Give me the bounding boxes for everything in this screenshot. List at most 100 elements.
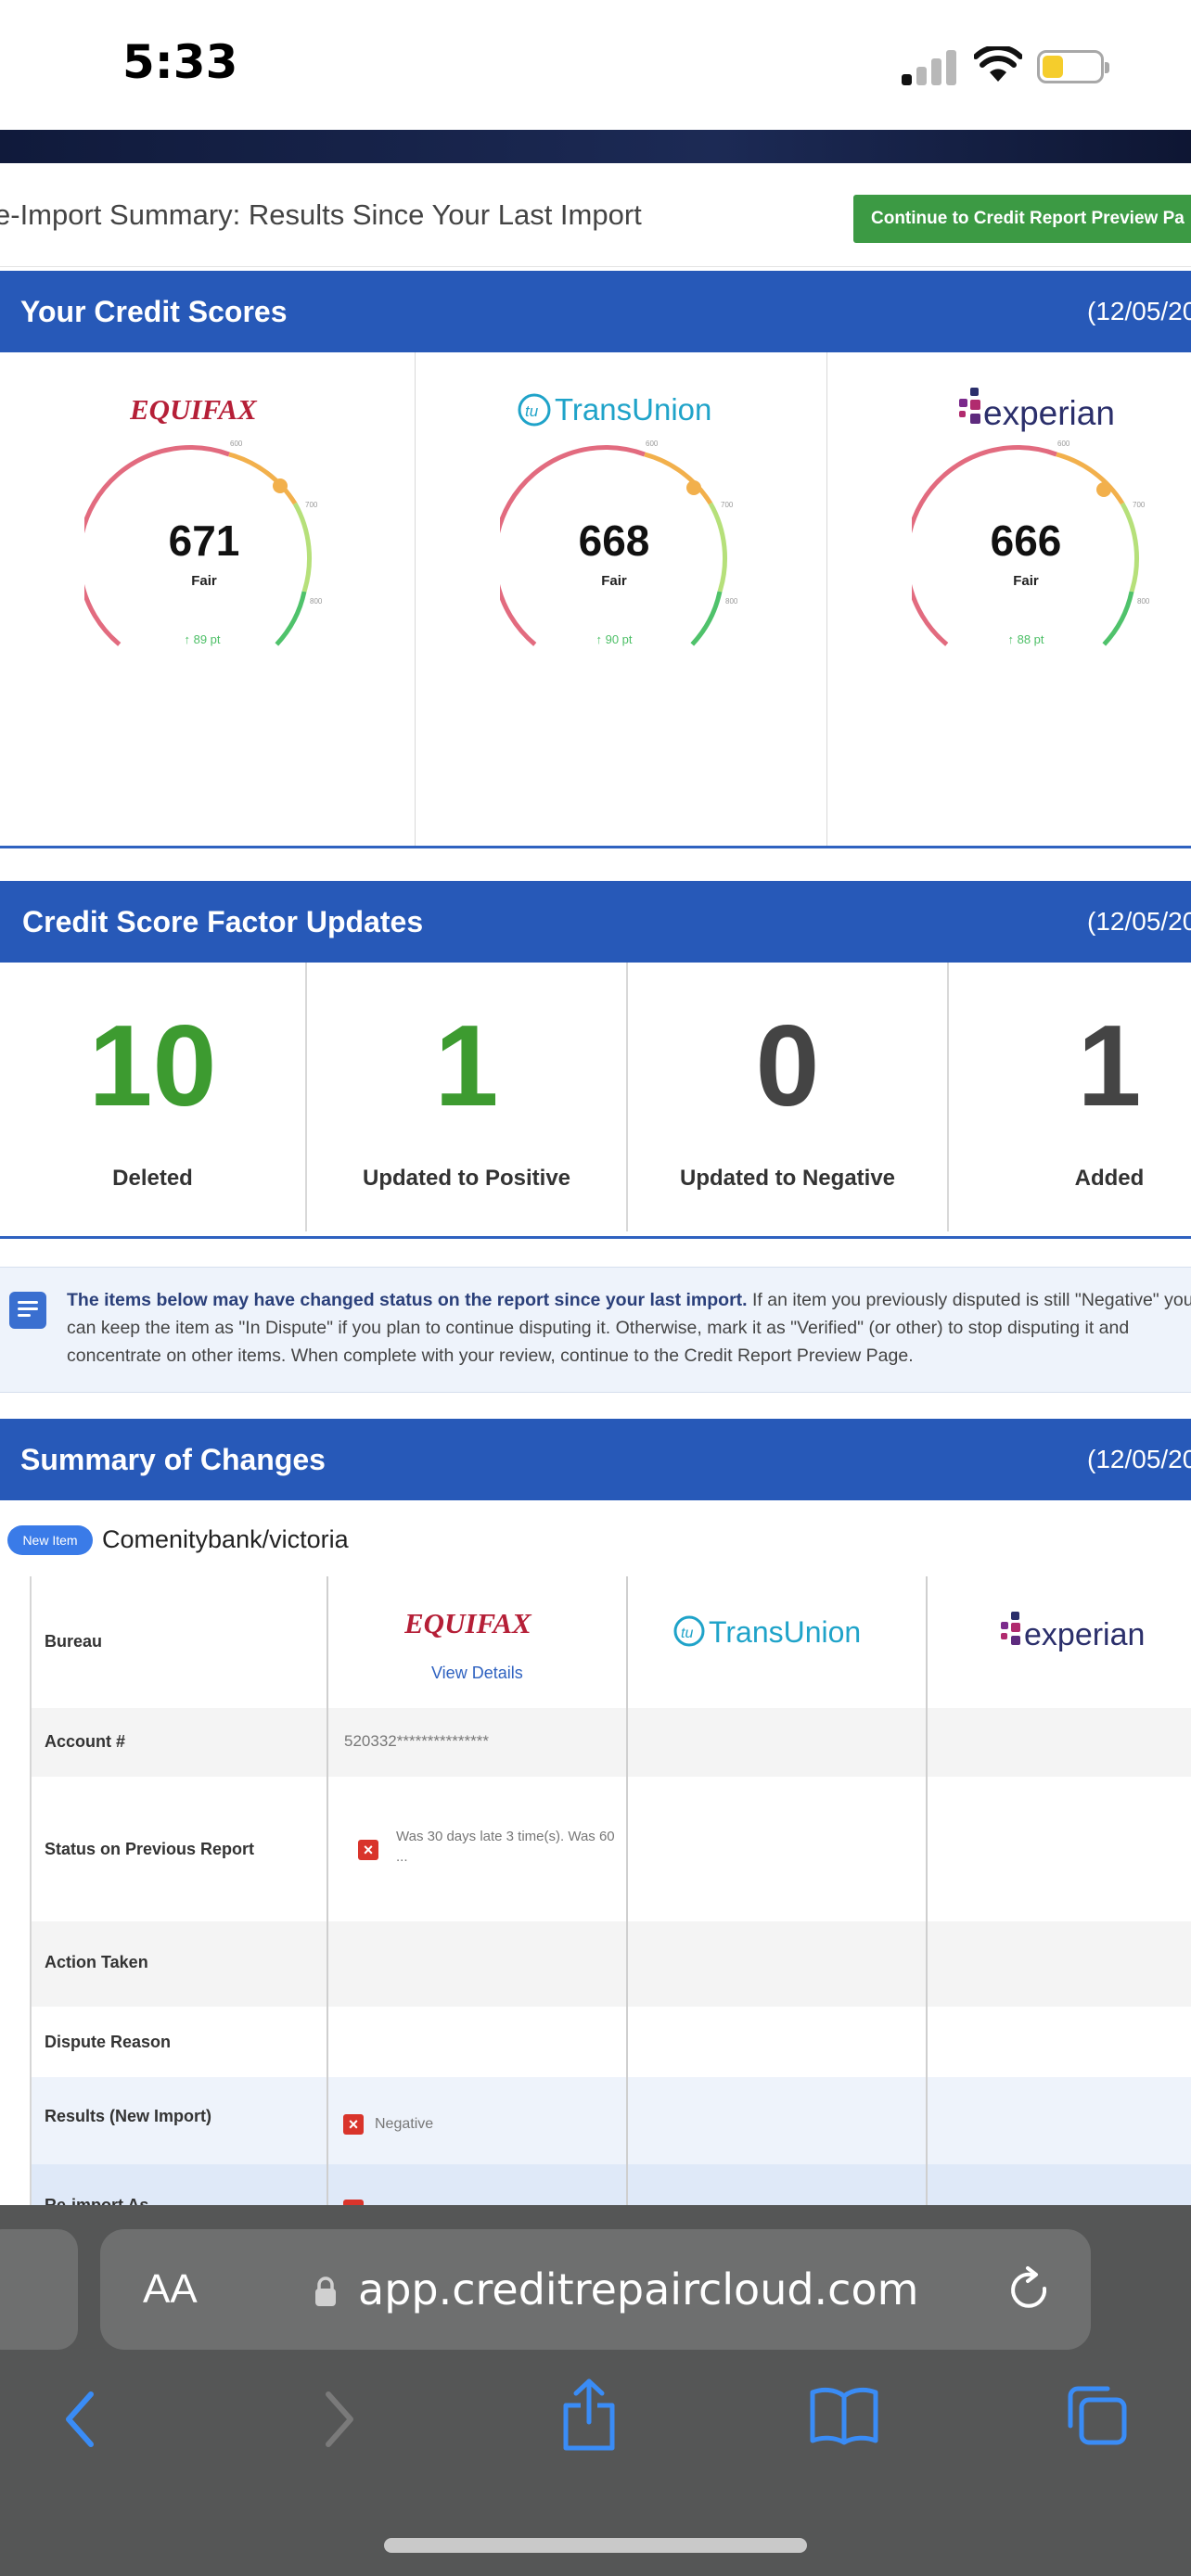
- score-value: 668: [578, 516, 650, 565]
- lock-icon: [315, 2276, 336, 2306]
- experian-logo: experian: [1001, 1612, 1145, 1652]
- factor-updates-header: Credit Score Factor Updates (12/05/20: [0, 881, 1191, 963]
- account-name: Comenitybank/victoria: [102, 1525, 349, 1553]
- table-row-bureau: Bureau EQUIFAX View Details tu TransUnio…: [30, 1576, 1191, 1708]
- summary-changes-header: Summary of Changes (12/05/20: [0, 1419, 1191, 1500]
- factor-added: 1 Added: [949, 963, 1191, 1231]
- experian-logo: experian: [959, 388, 1115, 432]
- view-details-link[interactable]: View Details: [431, 1664, 523, 1683]
- status-time: 5:33: [122, 35, 238, 89]
- row-label: Status on Previous Report: [45, 1840, 255, 1858]
- score-change: ↑ 88 pt: [1007, 632, 1044, 646]
- svg-text:experian: experian: [1024, 1617, 1145, 1652]
- summary-changes-date: (12/05/20: [1087, 1445, 1191, 1473]
- gauge-tick-800: 800: [310, 597, 323, 606]
- row-label: Action Taken: [45, 1953, 148, 1971]
- header-banner: [0, 130, 1191, 163]
- negative-x-icon: ×: [343, 2114, 364, 2135]
- credit-scores-panel: EQUIFAX 600 700 800 671 Fair ↑ 89 pt tu …: [0, 352, 1191, 848]
- page-header: e-Import Summary: Results Since Your Las…: [0, 163, 1191, 267]
- score-value: 666: [990, 516, 1062, 565]
- svg-text:experian: experian: [983, 394, 1115, 432]
- svg-text:EQUIFAX: EQUIFAX: [404, 1608, 532, 1639]
- factor-label: Updated to Positive: [362, 1166, 571, 1191]
- equifax-logo: EQUIFAX: [404, 1608, 532, 1639]
- score-rating: Fair: [1013, 573, 1039, 589]
- transunion-logo: tu TransUnion: [518, 392, 711, 427]
- bookmarks-icon[interactable]: [809, 2385, 879, 2446]
- negative-x-icon: ×: [358, 1840, 378, 1860]
- factor-count: 10: [88, 1002, 217, 1130]
- credit-scores-date: (12/05/20: [1087, 297, 1191, 325]
- notice-text: The items below may have changed status …: [67, 1290, 1191, 1366]
- credit-scores-title: Your Credit Scores: [20, 295, 288, 328]
- row-label: Bureau: [45, 1632, 103, 1651]
- gauge-tick-700: 700: [721, 501, 734, 509]
- result-value: Negative: [375, 2116, 434, 2132]
- factor-updates-panel: 10 Deleted 1 Updated to Positive 0 Updat…: [0, 963, 1191, 1239]
- svg-text:TransUnion: TransUnion: [709, 1615, 861, 1649]
- continue-to-preview-button[interactable]: Continue to Credit Report Preview Pa: [853, 195, 1191, 243]
- score-card-experian: experian 600 700 800 666 Fair ↑ 88 pt: [827, 352, 1191, 846]
- tabs-icon[interactable]: [1065, 2383, 1130, 2448]
- svg-text:EQUIFAX: EQUIFAX: [130, 394, 258, 426]
- equifax-logo: EQUIFAX: [130, 394, 258, 426]
- wifi-icon: [974, 46, 1022, 82]
- score-change: ↑ 89 pt: [184, 632, 221, 646]
- gauge-tick-700: 700: [305, 501, 318, 509]
- table-row-previous-status: Status on Previous Report × Was 30 days …: [30, 1777, 1191, 1921]
- battery-icon: [1037, 50, 1109, 83]
- row-label: Dispute Reason: [45, 2033, 172, 2051]
- page-title: e-Import Summary: Results Since Your Las…: [0, 198, 642, 231]
- share-icon[interactable]: [560, 2378, 618, 2452]
- factor-label: Updated to Negative: [679, 1166, 896, 1191]
- credit-scores-header: Your Credit Scores (12/05/20: [0, 271, 1191, 352]
- reload-icon[interactable]: [1007, 2264, 1054, 2315]
- factor-deleted: 10 Deleted: [0, 963, 307, 1231]
- score-change: ↑ 90 pt: [596, 632, 633, 646]
- home-indicator[interactable]: [384, 2538, 807, 2553]
- factor-label: Deleted: [112, 1166, 193, 1191]
- table-row-account: Account # 520332***************: [30, 1708, 1191, 1777]
- gauge-tick-800: 800: [1137, 597, 1150, 606]
- gauge-tick-800: 800: [725, 597, 738, 606]
- factor-count: 1: [1077, 1002, 1142, 1130]
- url-text: app.creditrepaircloud.com: [358, 2264, 919, 2315]
- factor-count: 1: [434, 1002, 499, 1130]
- table-row-action-taken: Action Taken: [30, 1921, 1191, 2007]
- score-card-transunion: tu TransUnion 600 700 800 668 Fair ↑ 90 …: [416, 352, 827, 846]
- summary-changes-title: Summary of Changes: [20, 1443, 326, 1476]
- gauge-tick-600: 600: [1057, 440, 1070, 448]
- row-label: Results (New Import): [45, 2107, 212, 2125]
- svg-text:tu: tu: [525, 402, 539, 420]
- factor-updates-date: (12/05/20: [1087, 907, 1191, 936]
- factor-count: 0: [755, 1002, 820, 1130]
- account-number: 520332***************: [344, 1732, 489, 1750]
- import-notice: The items below may have changed status …: [0, 1267, 1191, 1393]
- changes-table: Bureau EQUIFAX View Details tu TransUnio…: [30, 1576, 1191, 2207]
- score-rating: Fair: [191, 573, 217, 589]
- row-label: Account #: [45, 1732, 126, 1751]
- score-value: 671: [168, 516, 240, 565]
- reader-settings-button[interactable]: AA: [143, 2266, 198, 2313]
- factor-label: Added: [1074, 1166, 1145, 1191]
- factor-updated-positive: 1 Updated to Positive: [307, 963, 628, 1231]
- status-bar: 5:33: [0, 0, 1191, 130]
- gauge-tick-600: 600: [646, 440, 659, 448]
- back-icon[interactable]: [59, 2389, 100, 2450]
- gauge-tick-700: 700: [1133, 501, 1146, 509]
- gauge-tick-600: 600: [230, 440, 243, 448]
- table-row-reimport: Re-import As ×: [30, 2164, 1191, 2207]
- table-row-results: Results (New Import) × Negative: [30, 2077, 1191, 2164]
- transunion-logo: tu TransUnion: [673, 1615, 861, 1649]
- score-rating: Fair: [601, 573, 627, 589]
- svg-text:TransUnion: TransUnion: [555, 392, 711, 427]
- browser-toolbar: AA app.creditrepaircloud.com: [0, 2205, 1191, 2576]
- factor-updated-negative: 0 Updated to Negative: [628, 963, 949, 1231]
- svg-text:tu: tu: [681, 1626, 693, 1641]
- table-row-dispute-reason: Dispute Reason: [30, 2007, 1191, 2077]
- forward-icon[interactable]: [319, 2389, 360, 2450]
- cellular-signal-icon: [902, 48, 959, 85]
- address-bar[interactable]: AA app.creditrepaircloud.com: [100, 2229, 1091, 2350]
- previous-tab-preview[interactable]: [0, 2229, 78, 2350]
